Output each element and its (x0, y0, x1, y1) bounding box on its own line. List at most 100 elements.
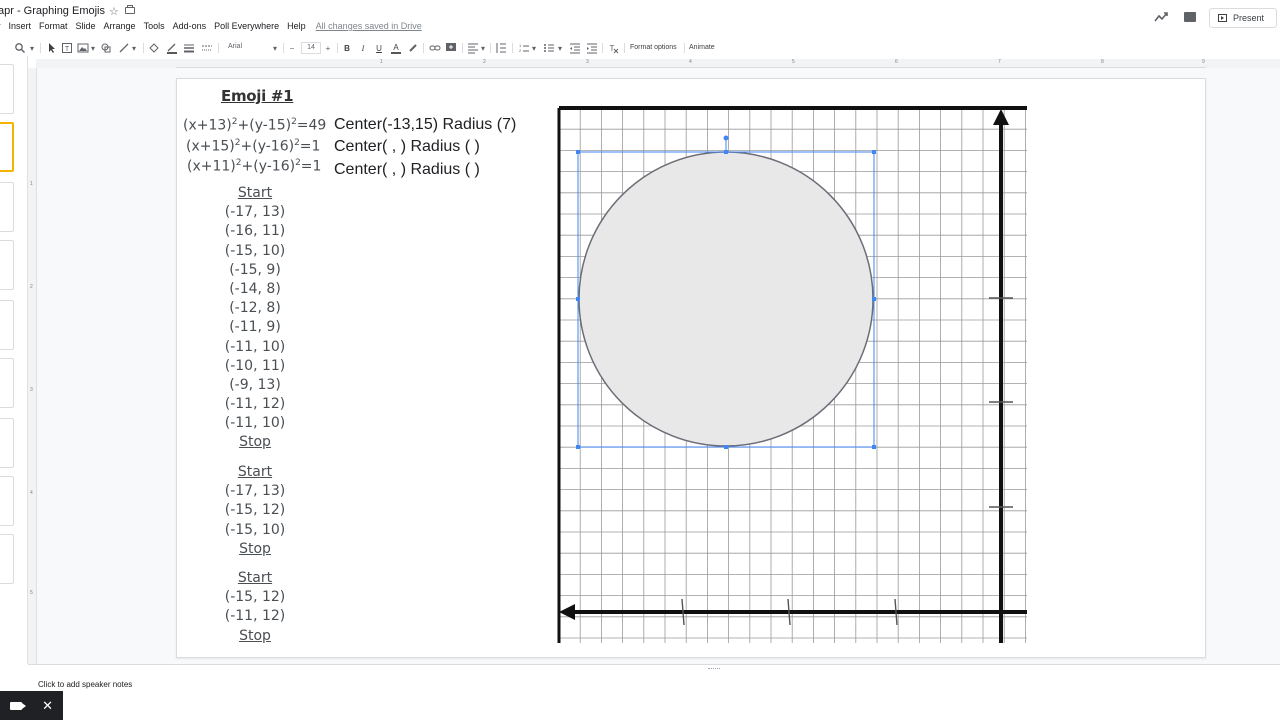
bulleted-list-icon[interactable] (543, 42, 555, 54)
y-axis-arrow (993, 109, 1009, 125)
image-icon[interactable] (77, 42, 89, 54)
center-radius-line-1[interactable]: Center(-13,15) Radius (7) (334, 116, 516, 134)
line-dropdown-icon[interactable]: ▾ (131, 42, 137, 54)
document-title[interactable]: apr - Graphing Emojis (0, 5, 105, 17)
slide-thumbnail[interactable] (0, 182, 14, 232)
add-comment-icon[interactable] (445, 42, 457, 54)
bold-icon[interactable]: B (342, 42, 352, 54)
coordinate-grid[interactable] (557, 105, 1027, 645)
slide-thumbnail[interactable] (0, 300, 14, 350)
menu-slide[interactable]: Slide (76, 21, 96, 35)
menu-arrange[interactable]: Arrange (104, 21, 136, 35)
font-family-select[interactable]: Arial (228, 43, 242, 50)
increase-font-size-button[interactable]: + (323, 42, 333, 54)
text-box-icon[interactable]: T (61, 42, 73, 54)
notes-resize-handle[interactable] (708, 668, 720, 670)
point: (-11, 12) (224, 396, 286, 413)
equation-2[interactable]: (x+15)2+(y-16)2=1 (186, 138, 320, 155)
slide-thumbnail-active[interactable] (0, 122, 14, 172)
highlight-color-icon[interactable] (407, 42, 419, 54)
resize-handle[interactable] (576, 150, 580, 154)
bulleted-list-dropdown-icon[interactable]: ▾ (557, 42, 563, 54)
present-button[interactable]: Present (1209, 8, 1277, 28)
svg-text:A: A (393, 43, 399, 52)
menu-tools[interactable]: Tools (144, 21, 165, 35)
border-dash-icon[interactable] (201, 42, 213, 54)
ruler-tick: 4 (30, 490, 33, 496)
clear-formatting-icon[interactable]: T (607, 42, 619, 54)
vertical-ruler[interactable]: 1 2 3 4 5 (28, 68, 37, 668)
x-tick (894, 598, 898, 626)
point-list-1[interactable]: Start (-17, 13) (-16, 11) (-15, 10) (-15… (217, 184, 293, 453)
resize-handle[interactable] (724, 445, 728, 449)
increase-indent-icon[interactable] (586, 42, 598, 54)
equation-3[interactable]: (x+11)2+(y-16)2=1 (187, 158, 321, 175)
numbered-list-dropdown-icon[interactable]: ▾ (531, 42, 537, 54)
slide-thumbnail[interactable] (0, 418, 14, 468)
menu-format[interactable]: Format (39, 21, 68, 35)
border-color-icon[interactable] (166, 42, 178, 54)
zoom-icon[interactable] (14, 42, 26, 54)
resize-handle[interactable] (872, 297, 876, 301)
resize-handle[interactable] (872, 150, 876, 154)
select-cursor-icon[interactable] (46, 42, 58, 54)
resize-handle[interactable] (872, 445, 876, 449)
center-radius-line-3[interactable]: Center( , ) Radius ( ) (334, 161, 480, 179)
horizontal-ruler[interactable]: 1 2 3 4 5 6 7 8 9 (176, 59, 1206, 68)
decrease-font-size-button[interactable]: − (287, 42, 297, 54)
comment-icon[interactable] (1184, 12, 1196, 22)
menu-poll-everywhere[interactable]: Poll Everywhere (214, 21, 279, 35)
shape-icon[interactable] (100, 42, 112, 54)
slide-title[interactable]: Emoji #1 (221, 87, 294, 105)
speaker-notes-placeholder[interactable]: Click to add speaker notes (38, 680, 132, 689)
format-options-button[interactable]: Format options (630, 44, 677, 51)
line-icon[interactable] (118, 42, 130, 54)
rotate-handle[interactable] (723, 135, 729, 141)
slide-thumbnail[interactable] (0, 476, 14, 526)
activity-dashboard-icon[interactable] (1154, 10, 1168, 24)
center-radius-line-2[interactable]: Center( , ) Radius ( ) (334, 138, 480, 156)
close-icon[interactable]: ✕ (42, 698, 53, 714)
align-dropdown-icon[interactable]: ▾ (480, 42, 486, 54)
resize-handle[interactable] (724, 150, 728, 154)
star-icon[interactable]: ☆ (109, 5, 119, 18)
text-color-icon[interactable]: A (390, 42, 402, 54)
stop-label: Stop (239, 434, 271, 451)
resize-handle[interactable] (576, 445, 580, 449)
stop-label: Stop (239, 540, 271, 557)
toolbar-divider (283, 43, 284, 53)
face-circle[interactable] (578, 151, 874, 447)
menu-help[interactable]: Help (287, 21, 306, 35)
font-dropdown-icon[interactable]: ▾ (272, 42, 278, 54)
resize-handle[interactable] (576, 297, 580, 301)
italic-icon[interactable]: I (358, 42, 368, 54)
camera-icon[interactable] (10, 701, 27, 710)
underline-icon[interactable]: U (374, 42, 384, 54)
move-to-folder-icon[interactable] (125, 5, 135, 14)
border-weight-icon[interactable] (183, 42, 195, 54)
image-dropdown-icon[interactable]: ▾ (90, 42, 96, 54)
align-icon[interactable] (467, 42, 479, 54)
fill-color-icon[interactable] (148, 42, 160, 54)
menu-insert[interactable]: Insert (9, 21, 32, 35)
point-list-2[interactable]: Start (-17, 13) (-15, 12) (-15, 10) Stop (217, 463, 293, 559)
slide-filmstrip (0, 56, 28, 664)
menu-view[interactable]: v (0, 21, 1, 35)
slide-canvas[interactable]: Emoji #1 (x+13)2+(y-15)2=49 (x+15)2+(y-1… (176, 78, 1206, 658)
insert-link-icon[interactable] (429, 42, 441, 54)
decrease-indent-icon[interactable] (569, 42, 581, 54)
slide-thumbnail[interactable] (0, 358, 14, 408)
save-status[interactable]: All changes saved in Drive (316, 21, 422, 35)
numbered-list-icon[interactable]: 12 (518, 42, 530, 54)
font-size-input[interactable]: 14 (301, 42, 321, 54)
menu-addons[interactable]: Add-ons (173, 21, 207, 35)
animate-button[interactable]: Animate (689, 44, 715, 51)
point-list-3[interactable]: Start (-15, 12) (-11, 12) Stop (217, 569, 293, 646)
slide-thumbnail[interactable] (0, 534, 14, 584)
zoom-dropdown-icon[interactable]: ▾ (29, 42, 35, 54)
equation-1[interactable]: (x+13)2+(y-15)2=49 (183, 117, 326, 134)
line-spacing-icon[interactable] (495, 42, 507, 54)
slide-thumbnail[interactable] (0, 240, 14, 290)
slide-thumbnail[interactable] (0, 64, 14, 114)
speaker-notes[interactable]: Click to add speaker notes (28, 664, 1280, 720)
